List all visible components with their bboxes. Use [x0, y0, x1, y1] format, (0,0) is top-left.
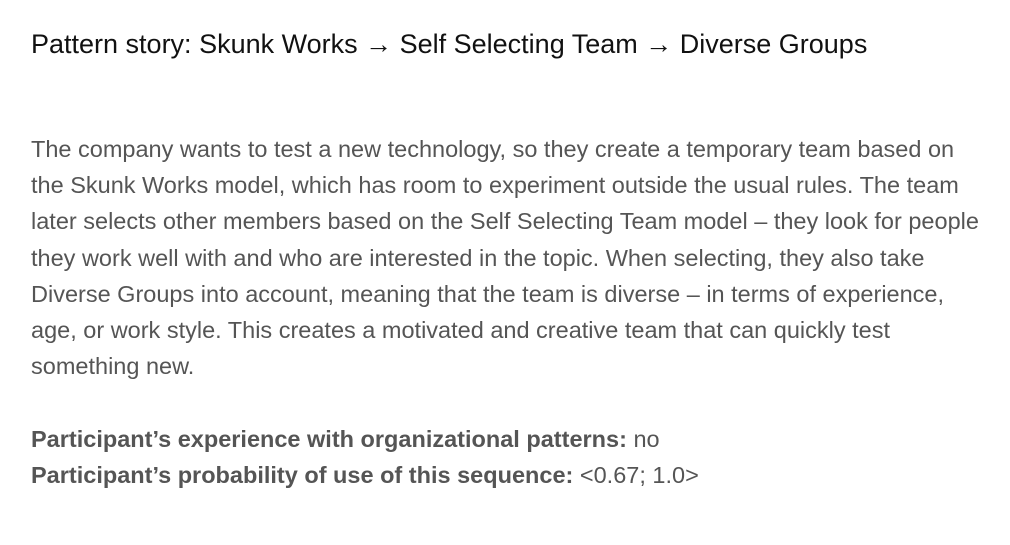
- page: Pattern story: Skunk Works → Self Select…: [0, 0, 1010, 545]
- probability-label: Participant’s probability of use of this…: [31, 462, 574, 489]
- participant-meta: Participant’s experience with organizati…: [31, 421, 981, 493]
- probability-line: Participant’s probability of use of this…: [31, 457, 981, 493]
- probability-value: <0.67; 1.0>: [579, 462, 699, 489]
- page-title: Pattern story: Skunk Works → Self Select…: [31, 29, 868, 59]
- experience-line: Participant’s experience with organizati…: [31, 421, 981, 457]
- experience-label: Participant’s experience with organizati…: [31, 426, 627, 452]
- story-paragraph: The company wants to test a new technolo…: [31, 136, 979, 380]
- experience-value: no: [633, 426, 660, 452]
